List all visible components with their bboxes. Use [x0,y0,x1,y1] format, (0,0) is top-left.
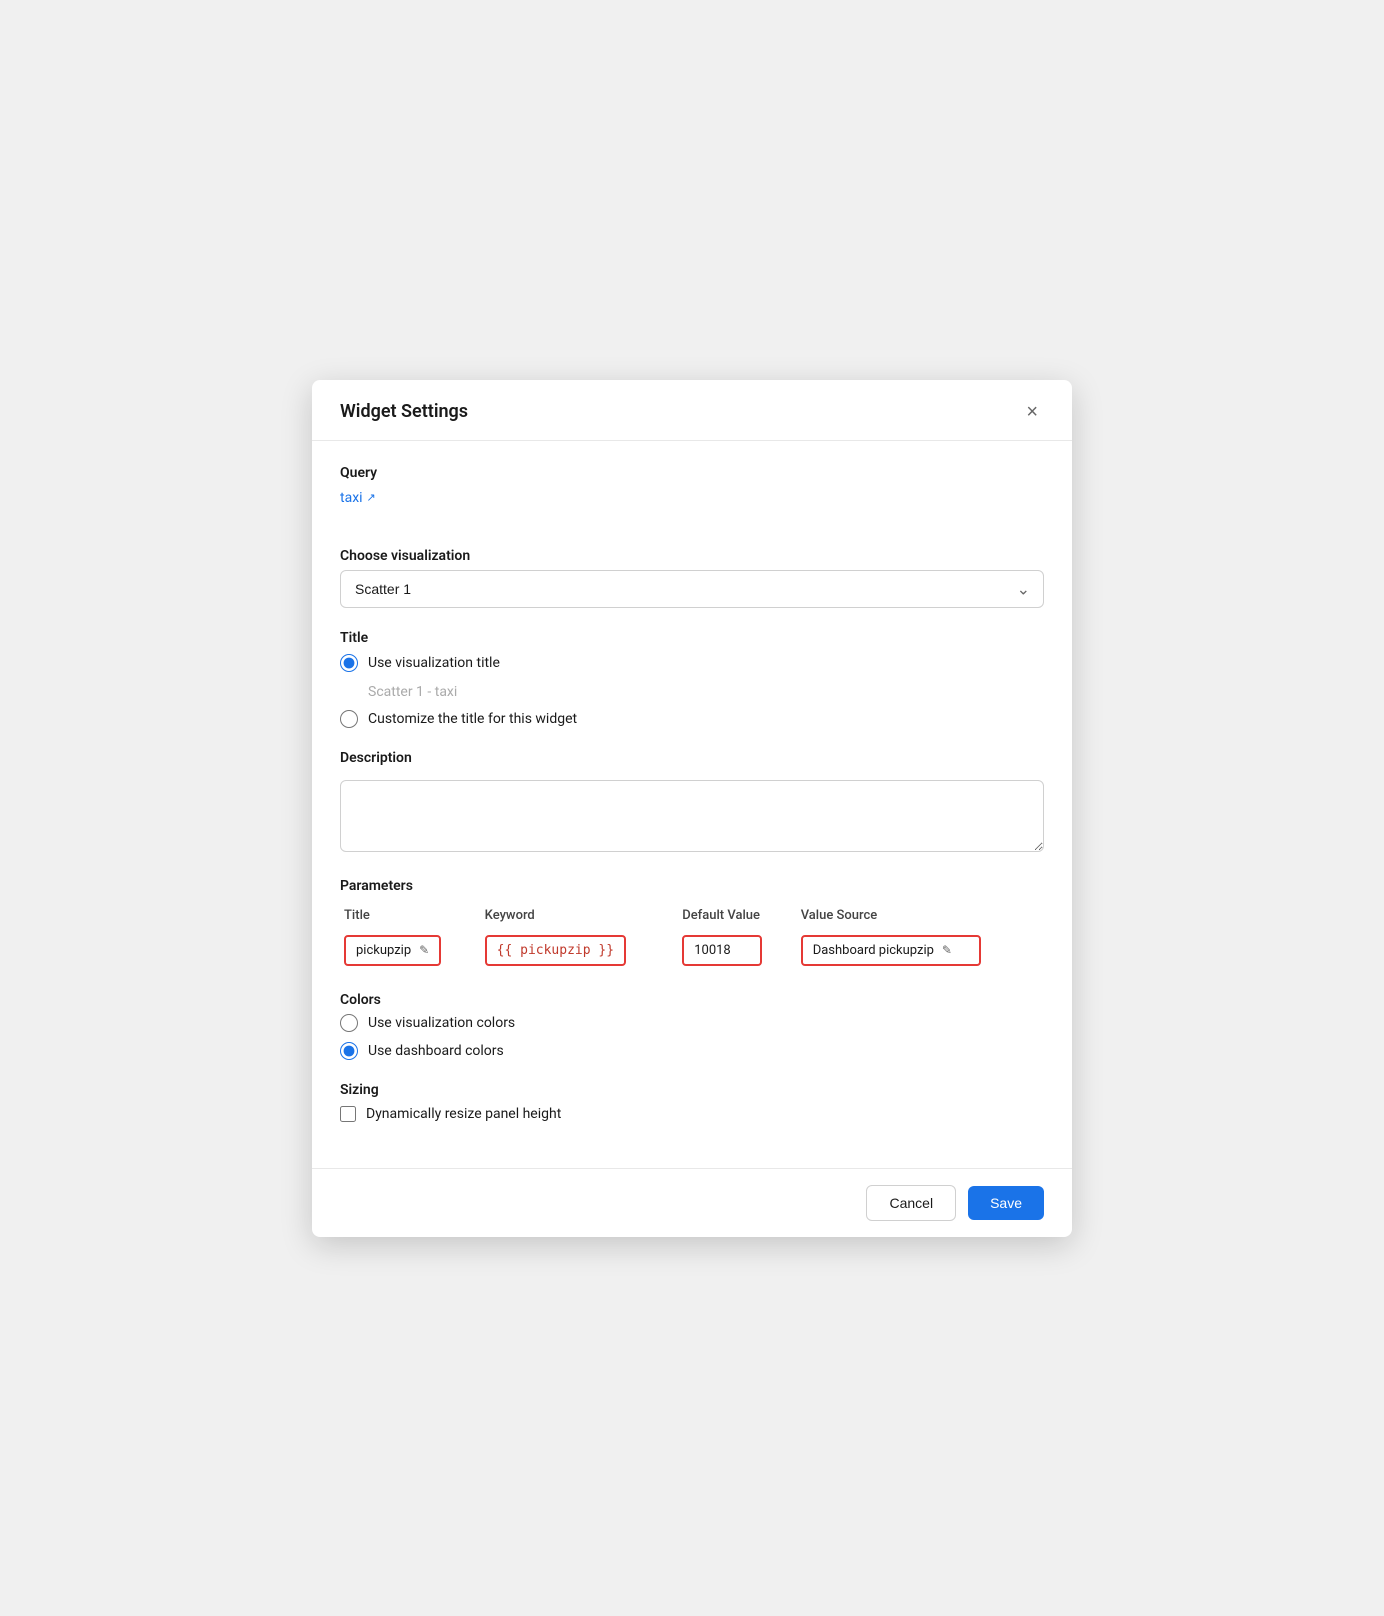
widget-settings-modal: Widget Settings × Query taxi ↗ Choose vi… [312,380,1072,1237]
param-source-text: Dashboard pickupzip [813,943,934,958]
modal-header: Widget Settings × [312,380,1072,441]
use-viz-title-option[interactable]: Use visualization title [340,654,1044,672]
dynamic-resize-label: Dynamically resize panel height [366,1106,561,1122]
sizing-label: Sizing [340,1082,1044,1098]
modal-title: Widget Settings [340,401,468,422]
param-title-edit-icon[interactable]: ✎ [419,943,429,957]
description-section: Description [340,750,1044,856]
param-default-cell: 10018 [678,931,796,970]
modal-footer: Cancel Save [312,1168,1072,1237]
query-label: Query [340,465,1044,481]
customize-title-label: Customize the title for this widget [368,711,577,727]
sizing-section: Sizing Dynamically resize panel height [340,1082,1044,1122]
visualization-select[interactable]: Scatter 1 Scatter 2 Bar 1 Line 1 [340,570,1044,608]
param-title-text: pickupzip [356,943,411,958]
visualization-select-wrapper: Scatter 1 Scatter 2 Bar 1 Line 1 ⌄ [340,570,1044,608]
colors-radio-group: Use visualization colors Use dashboard c… [340,1014,1044,1060]
visualization-section: Choose visualization Scatter 1 Scatter 2… [340,548,1044,608]
col-header-default: Default Value [678,904,796,931]
title-radio-group: Use visualization title Scatter 1 - taxi… [340,654,1044,728]
external-link-icon: ↗ [367,491,376,504]
dynamic-resize-checkbox[interactable] [340,1106,356,1122]
use-viz-colors-option[interactable]: Use visualization colors [340,1014,1044,1032]
close-button[interactable]: × [1020,400,1044,424]
parameters-section: Parameters Title Keyword Default Value V… [340,878,1044,970]
use-dashboard-colors-label: Use dashboard colors [368,1043,504,1059]
param-keyword-text: {{ pickupzip }} [497,943,614,958]
param-title-value[interactable]: pickupzip ✎ [344,935,441,966]
customize-title-radio[interactable] [340,710,358,728]
param-keyword-value[interactable]: {{ pickupzip }} [485,935,626,966]
query-link-text: taxi [340,490,363,506]
parameter-row: pickupzip ✎ {{ pickupzip }} 10018 [340,931,1044,970]
param-keyword-cell: {{ pickupzip }} [481,931,679,970]
modal-body: Query taxi ↗ Choose visualization Scatte… [312,441,1072,1168]
param-default-value[interactable]: 10018 [682,935,762,966]
colors-section: Colors Use visualization colors Use dash… [340,992,1044,1060]
colors-label: Colors [340,992,1044,1008]
param-source-value[interactable]: Dashboard pickupzip ✎ [801,935,981,966]
viz-title-placeholder: Scatter 1 - taxi [368,684,1044,700]
parameters-table: Title Keyword Default Value Value Source… [340,904,1044,970]
save-button[interactable]: Save [968,1186,1044,1220]
parameters-label: Parameters [340,878,1044,894]
use-viz-title-label: Use visualization title [368,655,500,671]
use-dashboard-colors-radio[interactable] [340,1042,358,1060]
title-section: Title Use visualization title Scatter 1 … [340,630,1044,728]
param-default-text: 10018 [694,943,731,958]
customize-title-option[interactable]: Customize the title for this widget [340,710,1044,728]
query-link[interactable]: taxi ↗ [340,490,376,506]
visualization-label: Choose visualization [340,548,1044,564]
description-textarea[interactable] [340,780,1044,852]
use-viz-colors-radio[interactable] [340,1014,358,1032]
title-label: Title [340,630,1044,646]
cancel-button[interactable]: Cancel [866,1185,956,1221]
use-viz-colors-label: Use visualization colors [368,1015,515,1031]
param-source-edit-icon[interactable]: ✎ [942,943,952,957]
param-title-cell: pickupzip ✎ [340,931,481,970]
dynamic-resize-item: Dynamically resize panel height [340,1106,1044,1122]
param-source-cell: Dashboard pickupzip ✎ [797,931,1044,970]
col-header-title: Title [340,904,481,931]
query-section: Query taxi ↗ [340,465,1044,526]
col-header-source: Value Source [797,904,1044,931]
use-dashboard-colors-option[interactable]: Use dashboard colors [340,1042,1044,1060]
use-viz-title-radio[interactable] [340,654,358,672]
description-label: Description [340,750,1044,766]
col-header-keyword: Keyword [481,904,679,931]
